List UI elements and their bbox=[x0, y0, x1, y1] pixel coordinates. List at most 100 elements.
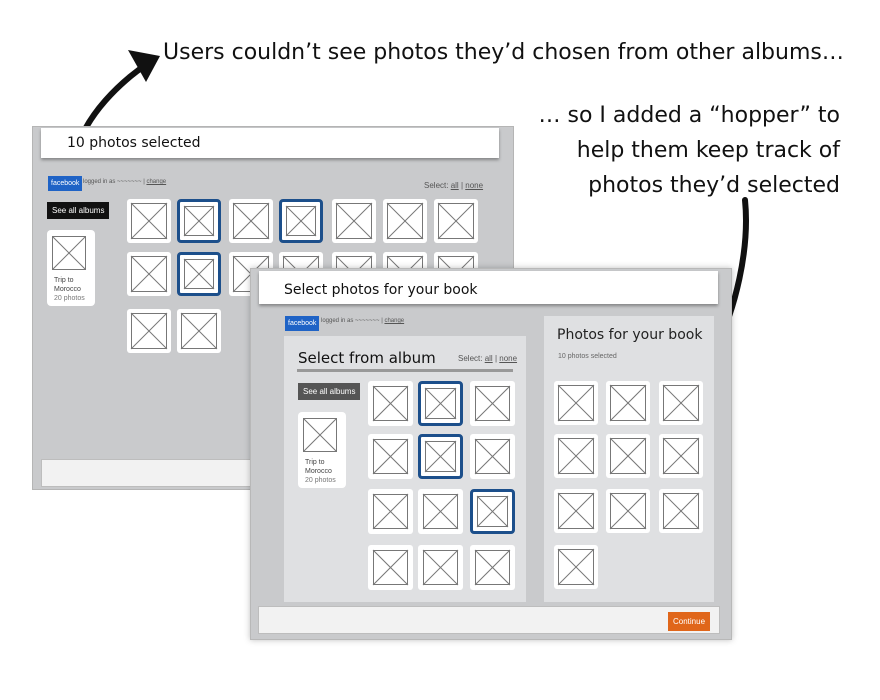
change-link[interactable]: change bbox=[384, 318, 404, 324]
continue-button[interactable]: Continue bbox=[668, 612, 711, 631]
photo-placeholder-icon bbox=[232, 202, 270, 240]
see-all-albums-button[interactable]: See all albums bbox=[47, 202, 110, 219]
logged-in-text: logged in as ~~~~~~~ | change bbox=[83, 179, 166, 185]
photo-placeholder-icon bbox=[372, 493, 409, 530]
hopper-photo-tile[interactable] bbox=[606, 489, 650, 533]
new-banner-title: Select photos for your book bbox=[284, 282, 478, 298]
photo-tile[interactable] bbox=[177, 199, 221, 243]
select-from-album-heading: Select from album bbox=[298, 349, 436, 367]
photo-placeholder-icon bbox=[662, 437, 700, 475]
hopper-photo-tile[interactable] bbox=[554, 545, 598, 589]
photo-tile[interactable] bbox=[383, 199, 427, 243]
photo-tile[interactable] bbox=[434, 199, 478, 243]
photo-tile[interactable] bbox=[127, 309, 171, 353]
select-label: Select: bbox=[424, 181, 449, 190]
hopper-photo-tile[interactable] bbox=[659, 381, 703, 425]
select-none-link[interactable]: none bbox=[465, 181, 483, 190]
photo-placeholder-icon bbox=[303, 418, 337, 452]
photo-tile[interactable] bbox=[418, 489, 463, 534]
photo-tile[interactable] bbox=[127, 252, 171, 296]
photo-placeholder-icon bbox=[52, 236, 86, 270]
photo-tile[interactable] bbox=[368, 381, 413, 426]
hopper-title: Photos for your book bbox=[557, 327, 703, 343]
photo-tile[interactable] bbox=[368, 434, 413, 479]
hopper-photo-tile[interactable] bbox=[554, 434, 598, 478]
photo-tile[interactable] bbox=[127, 199, 171, 243]
photo-tile[interactable] bbox=[279, 199, 323, 243]
photo-placeholder-icon bbox=[557, 437, 595, 475]
heading-divider bbox=[297, 369, 513, 372]
hopper-photo-tile[interactable] bbox=[659, 489, 703, 533]
photo-placeholder-icon bbox=[476, 495, 509, 528]
photo-placeholder-icon bbox=[372, 385, 409, 422]
photo-placeholder-icon bbox=[180, 312, 218, 350]
photo-tile[interactable] bbox=[470, 489, 515, 534]
photo-placeholder-icon bbox=[557, 548, 595, 586]
photo-placeholder-icon bbox=[335, 202, 373, 240]
select-label: Select: bbox=[458, 354, 483, 363]
hopper-selected-count: 10 photos selected bbox=[558, 353, 617, 360]
photo-tile[interactable] bbox=[177, 252, 221, 296]
select-all-none: Select: all | none bbox=[458, 354, 518, 363]
photo-tile[interactable] bbox=[470, 381, 515, 426]
album-name: Trip to Morocco bbox=[54, 276, 81, 294]
photo-placeholder-icon bbox=[474, 438, 511, 475]
photo-placeholder-icon bbox=[609, 437, 647, 475]
select-all-link[interactable]: all bbox=[485, 354, 493, 363]
hopper-photo-tile[interactable] bbox=[554, 489, 598, 533]
logged-in-text: logged in as ~~~~~~~ | change bbox=[321, 318, 404, 324]
photo-placeholder-icon bbox=[422, 549, 459, 586]
photo-placeholder-icon bbox=[130, 202, 168, 240]
photo-placeholder-icon bbox=[662, 492, 700, 530]
photo-placeholder-icon bbox=[183, 258, 215, 290]
annotation-right-line: … so I added a “hopper” to bbox=[538, 103, 840, 128]
photo-placeholder-icon bbox=[609, 384, 647, 422]
facebook-badge: facebook bbox=[48, 176, 83, 191]
album-photo-count: 20 photos bbox=[54, 295, 85, 302]
logged-in-label: logged in as ~~~~~~~ | bbox=[321, 318, 383, 324]
old-banner-text: 10 photos selected bbox=[67, 135, 201, 151]
photo-tile[interactable] bbox=[229, 199, 273, 243]
annotation-right-line: help them keep track of bbox=[576, 138, 840, 163]
photo-placeholder-icon bbox=[609, 492, 647, 530]
facebook-badge: facebook bbox=[285, 316, 320, 331]
photo-tile[interactable] bbox=[332, 199, 376, 243]
photo-tile[interactable] bbox=[418, 434, 463, 479]
select-none-link[interactable]: none bbox=[499, 354, 517, 363]
photo-placeholder-icon bbox=[437, 202, 475, 240]
annotation-right-line: photos they’d selected bbox=[588, 173, 840, 198]
photo-placeholder-icon bbox=[424, 440, 457, 473]
photo-placeholder-icon bbox=[130, 255, 168, 293]
photo-placeholder-icon bbox=[285, 205, 317, 237]
photo-placeholder-icon bbox=[662, 384, 700, 422]
photo-placeholder-icon bbox=[474, 549, 511, 586]
photo-tile[interactable] bbox=[470, 434, 515, 479]
photo-placeholder-icon bbox=[372, 549, 409, 586]
change-link[interactable]: change bbox=[146, 179, 166, 185]
photo-placeholder-icon bbox=[130, 312, 168, 350]
photo-placeholder-icon bbox=[557, 384, 595, 422]
photo-tile[interactable] bbox=[418, 381, 463, 426]
new-bottom-bar bbox=[258, 606, 720, 634]
album-name-line: Morocco bbox=[305, 468, 332, 475]
photo-placeholder-icon bbox=[557, 492, 595, 530]
see-all-albums-button[interactable]: See all albums bbox=[298, 383, 361, 400]
annotation-top: Users couldn’t see photos they’d chosen … bbox=[163, 40, 844, 65]
album-card[interactable]: Trip to Morocco 20 photos bbox=[47, 230, 95, 306]
photo-tile[interactable] bbox=[368, 545, 413, 590]
hopper-photo-tile[interactable] bbox=[554, 381, 598, 425]
select-all-link[interactable]: all bbox=[451, 181, 459, 190]
photo-placeholder-icon bbox=[474, 385, 511, 422]
photo-tile[interactable] bbox=[470, 545, 515, 590]
photo-tile[interactable] bbox=[177, 309, 221, 353]
hopper-photo-tile[interactable] bbox=[606, 434, 650, 478]
photo-placeholder-icon bbox=[424, 387, 457, 420]
album-card[interactable]: Trip to Morocco 20 photos bbox=[298, 412, 346, 488]
photo-placeholder-icon bbox=[372, 438, 409, 475]
hopper-photo-tile[interactable] bbox=[606, 381, 650, 425]
hopper-photo-tile[interactable] bbox=[659, 434, 703, 478]
photo-tile[interactable] bbox=[368, 489, 413, 534]
photo-placeholder-icon bbox=[183, 205, 215, 237]
album-photo-count: 20 photos bbox=[305, 477, 336, 484]
photo-tile[interactable] bbox=[418, 545, 463, 590]
